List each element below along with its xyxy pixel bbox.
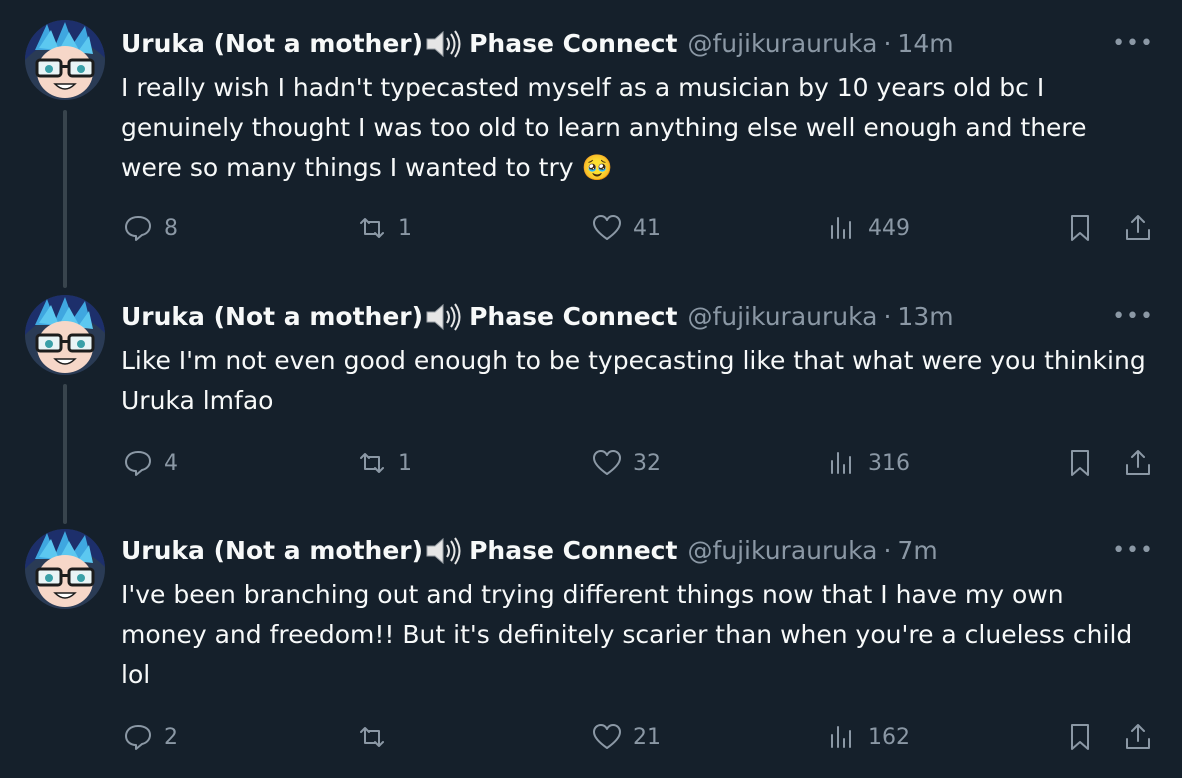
reply-icon (125, 725, 151, 750)
user-handle[interactable]: @fujikurauruka (687, 28, 877, 60)
like-button[interactable]: 32 (591, 447, 661, 479)
bookmark-button[interactable] (1064, 721, 1096, 753)
reply-count: 2 (164, 724, 178, 750)
tweet-text: I've been branching out and trying diffe… (121, 580, 1133, 689)
thread-line (63, 110, 67, 288)
timestamp[interactable]: 7m (897, 535, 937, 567)
speaker-icon (426, 303, 461, 331)
share-icon (1126, 215, 1150, 240)
bookmark-icon (1071, 215, 1089, 241)
reply-button[interactable]: 2 (122, 721, 178, 753)
retweet-count: 1 (398, 450, 412, 476)
reply-button[interactable]: 4 (122, 447, 178, 479)
heart-icon (593, 450, 621, 475)
retweet-icon (360, 218, 384, 238)
more-icon[interactable]: ••• (1112, 31, 1154, 56)
heart-icon (593, 724, 621, 749)
display-name[interactable]: Uruka (Not a mother) (121, 301, 423, 333)
like-button[interactable]: 21 (591, 721, 661, 753)
like-count: 21 (633, 724, 661, 750)
speaker-icon (426, 537, 461, 565)
timestamp[interactable]: 14m (897, 28, 953, 60)
org-name[interactable]: Phase Connect (469, 28, 677, 60)
reply-button[interactable]: 8 (122, 212, 178, 244)
org-name[interactable]: Phase Connect (469, 535, 677, 567)
retweet-button[interactable]: 1 (356, 447, 412, 479)
retweet-icon (360, 453, 384, 473)
tweet-text: I really wish I hadn't typecasted myself… (121, 73, 1087, 182)
share-button[interactable] (1122, 447, 1154, 479)
user-handle[interactable]: @fujikurauruka (687, 535, 877, 567)
views-button[interactable]: 316 (826, 447, 910, 479)
bookmark-icon (1071, 724, 1089, 750)
bookmark-button[interactable] (1064, 447, 1096, 479)
more-icon[interactable]: ••• (1112, 304, 1154, 329)
views-icon (831, 217, 851, 239)
view-count: 449 (868, 215, 910, 241)
share-icon (1126, 450, 1150, 475)
view-count: 162 (868, 724, 910, 750)
share-button[interactable] (1122, 721, 1154, 753)
views-button[interactable]: 449 (826, 212, 910, 244)
share-icon (1126, 724, 1150, 749)
like-button[interactable]: 41 (591, 212, 661, 244)
avatar[interactable] (25, 20, 105, 100)
tweet-text: Like I'm not even good enough to be type… (121, 346, 1146, 415)
tweet[interactable]: Uruka (Not a mother) Phase Connect @fuji… (0, 275, 1182, 524)
views-icon (831, 726, 851, 748)
tweet-header: Uruka (Not a mother) Phase Connect @fuji… (121, 28, 954, 60)
views-button[interactable]: 162 (826, 721, 910, 753)
tweet[interactable]: Uruka (Not a mother) Phase Connect @fuji… (0, 509, 1182, 778)
reply-count: 4 (164, 450, 178, 476)
avatar[interactable] (25, 529, 105, 609)
views-icon (831, 452, 851, 474)
retweet-button[interactable]: 1 (356, 212, 412, 244)
retweet-icon (360, 727, 384, 747)
heart-icon (593, 215, 621, 240)
timestamp[interactable]: 13m (897, 301, 953, 333)
action-bar: 2 21 162 (0, 721, 1182, 761)
bookmark-button[interactable] (1064, 212, 1096, 244)
user-handle[interactable]: @fujikurauruka (687, 301, 877, 333)
retweet-count: 1 (398, 215, 412, 241)
view-count: 316 (868, 450, 910, 476)
action-bar: 8 1 41 449 (0, 212, 1182, 252)
reply-icon (125, 216, 151, 241)
more-icon[interactable]: ••• (1112, 538, 1154, 563)
reply-icon (125, 451, 151, 476)
separator: · (883, 536, 892, 565)
share-button[interactable] (1122, 212, 1154, 244)
reply-count: 8 (164, 215, 178, 241)
display-name[interactable]: Uruka (Not a mother) (121, 535, 423, 567)
separator: · (883, 302, 892, 331)
like-count: 41 (633, 215, 661, 241)
org-name[interactable]: Phase Connect (469, 301, 677, 333)
bookmark-icon (1071, 450, 1089, 476)
display-name[interactable]: Uruka (Not a mother) (121, 28, 423, 60)
avatar[interactable] (25, 295, 105, 375)
tweet-header: Uruka (Not a mother) Phase Connect @fuji… (121, 301, 954, 333)
tweet-header: Uruka (Not a mother) Phase Connect @fuji… (121, 535, 938, 567)
separator: · (883, 29, 892, 58)
retweet-button[interactable] (356, 721, 398, 753)
like-count: 32 (633, 450, 661, 476)
speaker-icon (426, 30, 461, 58)
action-bar: 4 1 32 316 (0, 447, 1182, 487)
tweet[interactable]: Uruka (Not a mother) Phase Connect @fuji… (0, 0, 1182, 288)
